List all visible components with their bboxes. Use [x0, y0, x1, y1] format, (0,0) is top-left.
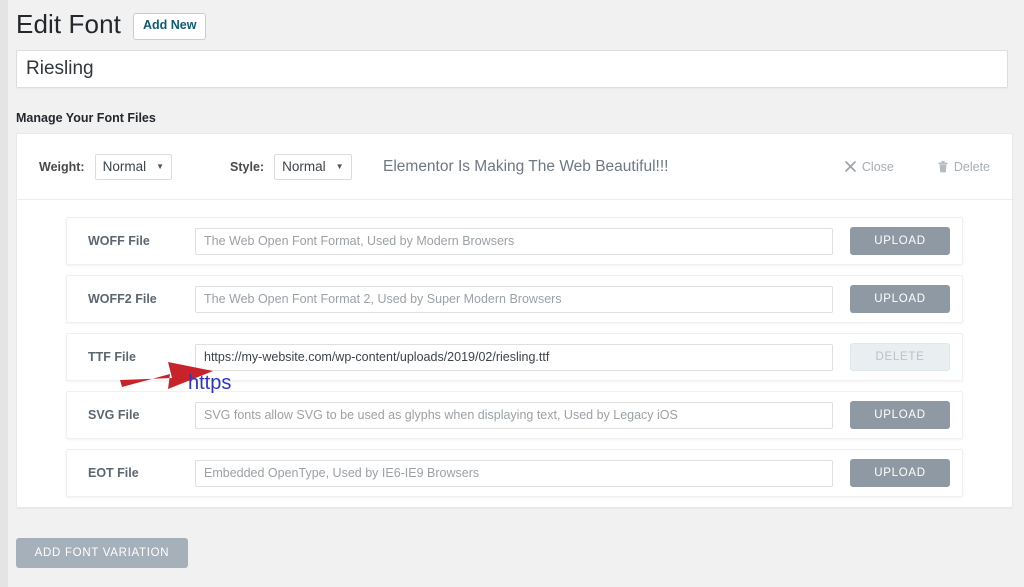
upload-file-button[interactable]: UPLOAD — [850, 401, 950, 429]
font-editor-screen: Edit Font Add New Riesling Manage Your F… — [0, 0, 1024, 587]
chevron-down-icon: ▼ — [156, 163, 164, 171]
weight-label: Weight: — [39, 160, 85, 174]
manage-font-files-heading: Manage Your Font Files — [16, 111, 156, 125]
variation-actions: Close Delete — [801, 160, 990, 174]
file-row: WOFF FileThe Web Open Font Format, Used … — [66, 217, 963, 265]
add-new-button[interactable]: Add New — [133, 13, 206, 40]
add-font-variation-button[interactable]: ADD FONT VARIATION — [16, 538, 188, 568]
delete-file-button[interactable]: DELETE — [850, 343, 950, 371]
upload-file-button[interactable]: UPLOAD — [850, 459, 950, 487]
file-url-input[interactable]: The Web Open Font Format 2, Used by Supe… — [195, 286, 833, 313]
style-label: Style: — [230, 160, 264, 174]
file-url-input[interactable]: The Web Open Font Format, Used by Modern… — [195, 228, 833, 255]
file-row-label: SVG File — [67, 408, 195, 422]
delete-variation-button[interactable]: Delete — [938, 160, 990, 174]
upload-file-button[interactable]: UPLOAD — [850, 285, 950, 313]
page-header: Edit Font Add New — [16, 9, 206, 40]
font-name-value: Riesling — [26, 58, 94, 80]
page-title: Edit Font — [16, 9, 121, 40]
font-variation-panel: Weight: Normal ▼ Style: Normal ▼ Element… — [16, 133, 1013, 508]
close-icon — [845, 161, 856, 172]
file-row-label: TTF File — [67, 350, 195, 364]
delete-label: Delete — [954, 160, 990, 174]
upload-file-button[interactable]: UPLOAD — [850, 227, 950, 255]
style-field: Style: Normal ▼ — [230, 154, 351, 180]
admin-menu-edge — [0, 0, 8, 587]
close-label: Close — [862, 160, 894, 174]
file-row: SVG FileSVG fonts allow SVG to be used a… — [66, 391, 963, 439]
trash-icon — [938, 161, 948, 173]
variation-header: Weight: Normal ▼ Style: Normal ▼ Element… — [17, 134, 1012, 200]
file-row-label: WOFF2 File — [67, 292, 195, 306]
font-name-input[interactable]: Riesling — [16, 50, 1008, 88]
close-variation-button[interactable]: Close — [845, 160, 894, 174]
chevron-down-icon: ▼ — [336, 163, 344, 171]
file-row-label: WOFF File — [67, 234, 195, 248]
file-row-label: EOT File — [67, 466, 195, 480]
file-row: WOFF2 FileThe Web Open Font Format 2, Us… — [66, 275, 963, 323]
file-row: EOT FileEmbedded OpenType, Used by IE6-I… — [66, 449, 963, 497]
file-rows: WOFF FileThe Web Open Font Format, Used … — [17, 200, 1012, 497]
font-preview-text: Elementor Is Making The Web Beautiful!!! — [383, 158, 668, 176]
weight-select[interactable]: Normal ▼ — [95, 154, 172, 180]
style-select[interactable]: Normal ▼ — [274, 154, 351, 180]
style-select-value: Normal — [282, 159, 326, 174]
file-url-input[interactable]: SVG fonts allow SVG to be used as glyphs… — [195, 402, 833, 429]
weight-field: Weight: Normal ▼ — [39, 154, 172, 180]
weight-select-value: Normal — [103, 159, 147, 174]
annotation-label: https — [188, 372, 231, 395]
file-url-input[interactable]: https://my-website.com/wp-content/upload… — [195, 344, 833, 371]
file-url-input[interactable]: Embedded OpenType, Used by IE6-IE9 Brows… — [195, 460, 833, 487]
